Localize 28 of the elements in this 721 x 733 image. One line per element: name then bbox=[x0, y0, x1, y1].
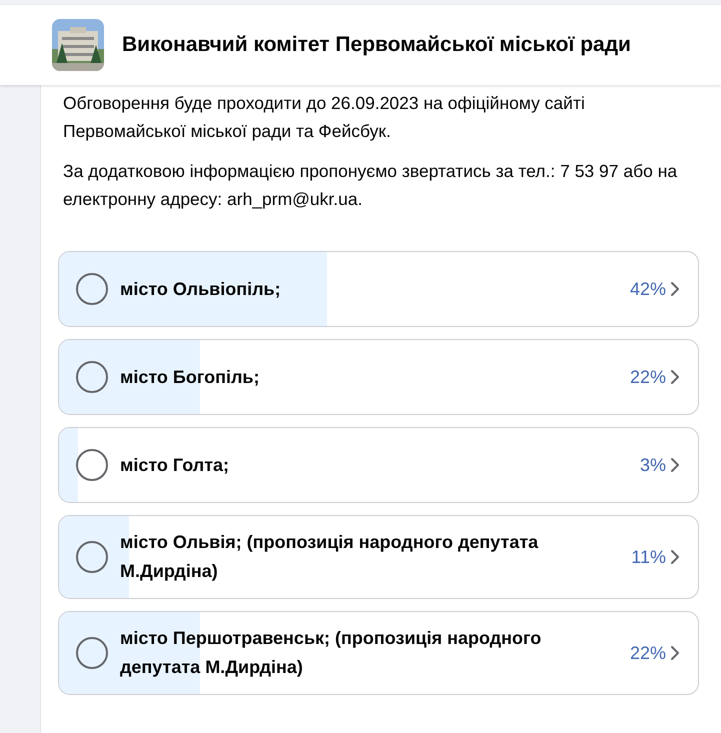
radio-button[interactable] bbox=[76, 637, 108, 669]
option-label: місто Голта; bbox=[120, 454, 230, 476]
vote-percent: 42% bbox=[630, 278, 666, 300]
vote-percent: 11% bbox=[631, 546, 666, 568]
description-text: Обговорення буде проходити до 26.09.2023 на офіційному сайті Первомайської міської ради та Фейсбук. bbox=[63, 92, 586, 143]
option-label: місто Першотравенськ; (пропозиція народного депутата М.Дирдіна) bbox=[120, 627, 542, 679]
poll-option[interactable]: місто Ольвія; (пропозиція народного депутата М.Дирдіна) 11% bbox=[58, 515, 699, 599]
poll-option[interactable]: місто Ольвіопіль; 42% bbox=[58, 251, 699, 327]
vote-percent: 22% bbox=[630, 642, 666, 664]
vote-percent: 3% bbox=[640, 454, 666, 476]
description-text: За додатковою інформацією пропонуємо звертатись за тел.: 7 53 97 або на електронну адресу: arh_prm@ukr.ua. bbox=[63, 160, 678, 211]
chevron-right-icon bbox=[670, 549, 680, 565]
radio-button[interactable] bbox=[76, 449, 108, 481]
poll-option[interactable]: місто Голта; 3% bbox=[58, 427, 699, 503]
radio-button[interactable] bbox=[76, 273, 108, 305]
poll-option[interactable]: місто Богопіль; 22% bbox=[58, 339, 699, 415]
poll-option[interactable]: місто Першотравенськ; (пропозиція народного депутата М.Дирдіна) 22% bbox=[58, 611, 699, 695]
radio-button[interactable] bbox=[76, 541, 108, 573]
option-label: місто Ольвія; (пропозиція народного депутата М.Дирдіна) bbox=[120, 531, 540, 583]
chevron-right-icon bbox=[670, 281, 680, 297]
page-title: Виконавчий комітет Первомайської міської ради bbox=[122, 32, 631, 58]
option-label: місто Богопіль; bbox=[120, 366, 260, 388]
chevron-right-icon bbox=[670, 645, 680, 661]
option-label: місто Ольвіопіль; bbox=[120, 278, 282, 300]
chevron-right-icon bbox=[670, 369, 680, 385]
radio-button[interactable] bbox=[76, 361, 108, 393]
vote-percent: 22% bbox=[630, 366, 666, 388]
chevron-right-icon bbox=[670, 457, 680, 473]
